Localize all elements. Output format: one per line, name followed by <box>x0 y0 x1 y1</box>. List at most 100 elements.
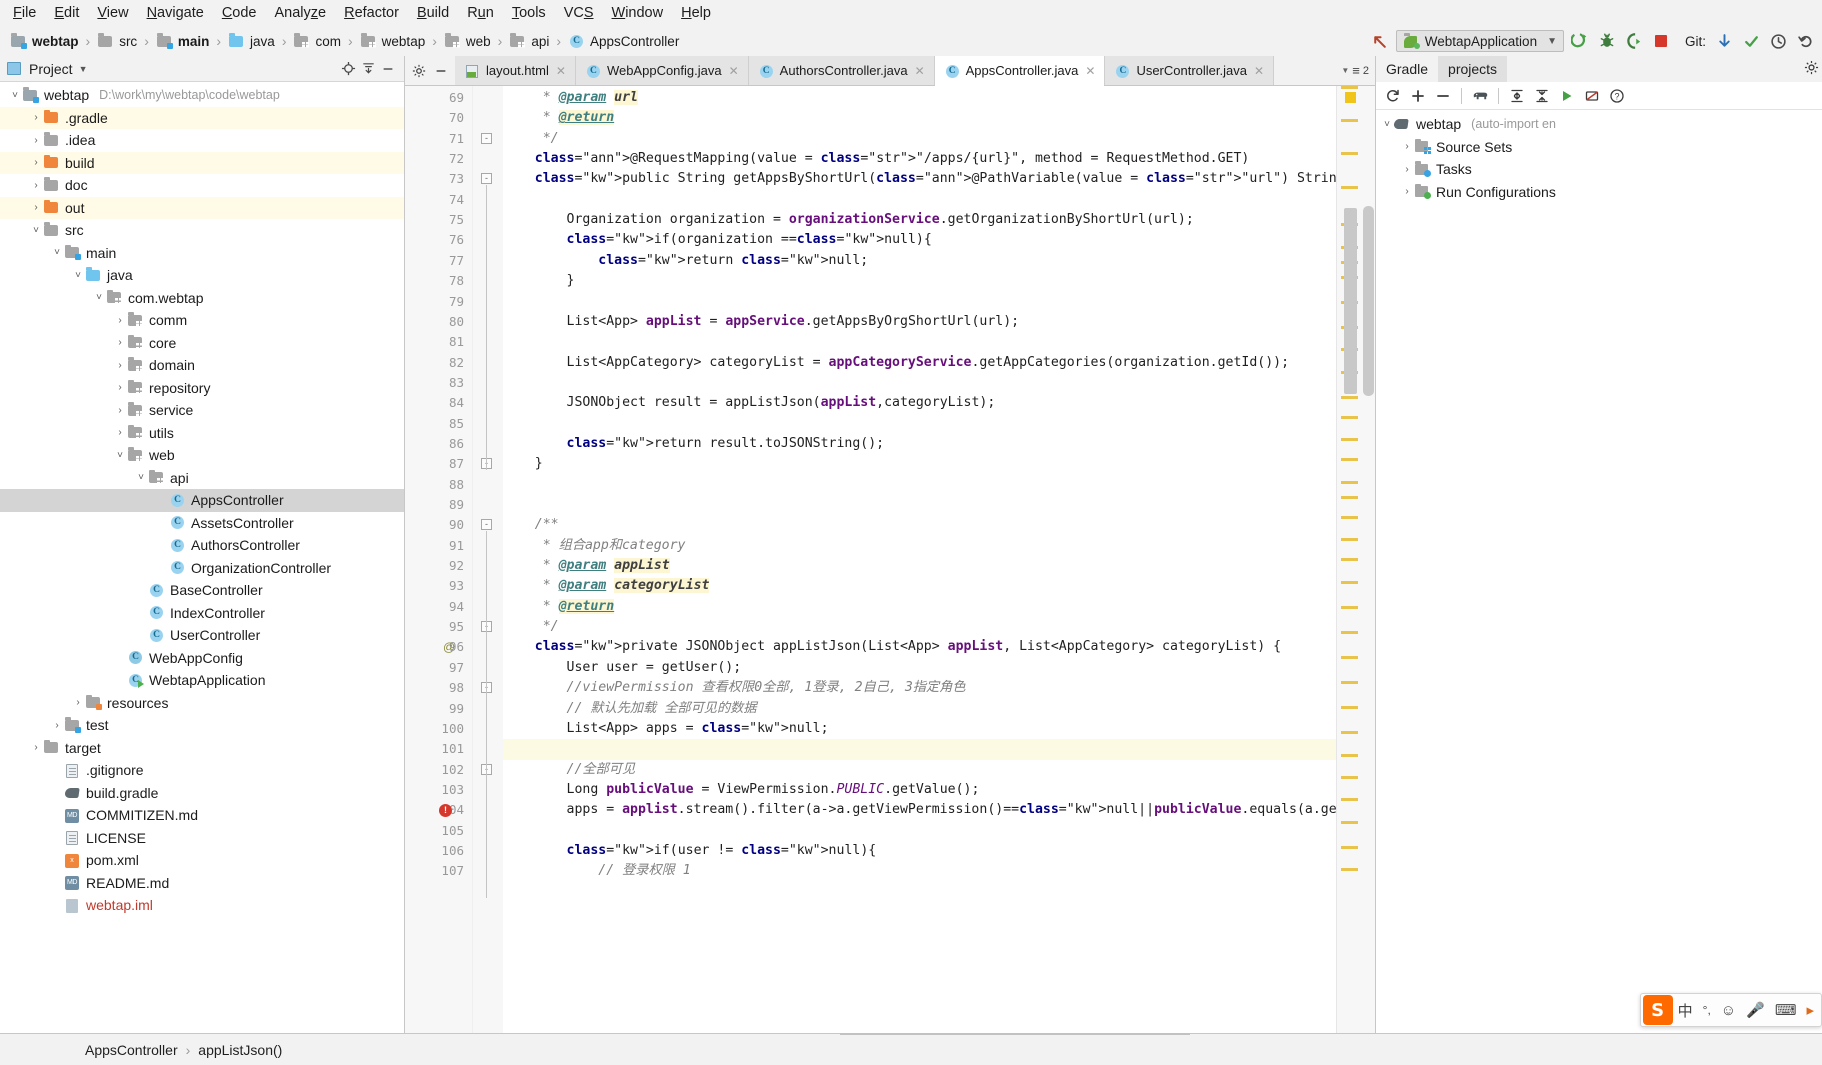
ime-toolbar[interactable]: S 中 °, ☺ 🎤 ⌨ ▸ <box>1639 993 1822 1027</box>
breadcrumb-item-src[interactable]: src <box>93 33 141 50</box>
debug-icon[interactable] <box>1596 30 1618 52</box>
breadcrumb-item-main[interactable]: main <box>152 33 214 50</box>
gradle-tree-item[interactable]: ˅ webtap (auto-import en <box>1376 113 1822 136</box>
error-stripe-marker[interactable] <box>1341 706 1358 709</box>
error-stripe-marker[interactable] <box>1341 798 1358 801</box>
add-icon[interactable] <box>1407 85 1429 107</box>
code-line[interactable]: class="kw">private JSONObject appListJso… <box>503 637 1281 657</box>
run-with-coverage-icon[interactable] <box>1623 30 1645 52</box>
commit-icon[interactable] <box>1740 30 1762 52</box>
project-tree[interactable]: ˅ webtap D:\work\my\webtap\code\webtap › .gr… <box>0 82 404 1033</box>
code-line[interactable]: * @param categoryList <box>503 576 710 596</box>
project-tree-item[interactable]: › test <box>0 714 404 737</box>
error-stripe-marker[interactable] <box>1341 152 1358 155</box>
code-line[interactable]: */ <box>503 129 559 149</box>
error-stripe-marker[interactable] <box>1341 458 1358 461</box>
tree-expand-arrow[interactable]: › <box>113 315 127 326</box>
editor-tab[interactable]: C AppsController.java ✕ <box>934 56 1106 86</box>
project-tree-item[interactable]: ˅ web <box>0 444 404 467</box>
close-icon[interactable]: ✕ <box>1085 64 1095 78</box>
tree-expand-arrow[interactable]: › <box>50 720 64 731</box>
project-tree-item[interactable]: MD README.md <box>0 872 404 895</box>
tree-expand-arrow[interactable]: ˅ <box>134 472 148 483</box>
tree-expand-arrow[interactable]: ˅ <box>29 225 43 236</box>
tree-expand-arrow[interactable]: › <box>1400 164 1414 175</box>
refresh-icon[interactable] <box>1382 85 1404 107</box>
breadcrumb-item-module[interactable]: webtap <box>6 33 83 50</box>
breadcrumb-item-java[interactable]: java <box>224 33 279 50</box>
gradle-tree-item[interactable]: › Source Sets <box>1376 136 1822 159</box>
project-tree-item[interactable]: .gitignore <box>0 759 404 782</box>
fold-gutter[interactable]: ------- <box>473 86 503 1033</box>
scrollbar-thumb[interactable] <box>1363 206 1374 396</box>
error-stripe-marker[interactable] <box>1341 868 1358 871</box>
code-line[interactable]: */ <box>503 617 559 637</box>
project-panel-title[interactable]: Project ▼ <box>6 61 88 77</box>
error-stripe-marker[interactable] <box>1341 821 1358 824</box>
project-tree-item[interactable]: C OrganizationController <box>0 557 404 580</box>
editor-tab[interactable]: C WebAppConfig.java ✕ <box>575 56 749 85</box>
project-tree-item[interactable]: ˅ com.webtap <box>0 287 404 310</box>
rollback-icon[interactable] <box>1794 30 1816 52</box>
breadcrumb-item-com[interactable]: com <box>289 33 345 50</box>
error-stripe-marker[interactable] <box>1341 186 1358 189</box>
tree-expand-arrow[interactable]: ˅ <box>8 90 22 101</box>
breadcrumb-item-web[interactable]: web <box>440 33 495 50</box>
locate-icon[interactable] <box>338 59 358 79</box>
tree-expand-arrow[interactable]: ˅ <box>92 292 106 303</box>
menu-item-vcs[interactable]: VCS <box>555 2 603 24</box>
project-tree-item[interactable]: › core <box>0 332 404 355</box>
tree-expand-arrow[interactable]: › <box>113 427 127 438</box>
project-tree-item[interactable]: › resources <box>0 692 404 715</box>
error-stripe-marker[interactable] <box>1341 731 1358 734</box>
editor-tabs[interactable]: layout.html ✕ C WebAppConfig.java ✕ C AuthorsC… <box>455 56 1275 86</box>
stop-icon[interactable] <box>1650 30 1672 52</box>
project-tree-item[interactable]: ˅ api <box>0 467 404 490</box>
project-tree-item[interactable]: › repository <box>0 377 404 400</box>
tree-expand-arrow[interactable]: › <box>113 360 127 371</box>
tree-expand-arrow[interactable]: › <box>29 112 43 123</box>
code-line[interactable]: //viewPermission 查看权限0全部, 1登录, 2自己, 3指定角… <box>503 678 966 698</box>
chevron-down-icon[interactable]: ▼ <box>79 64 88 74</box>
error-stripe-marker[interactable] <box>1341 86 1358 89</box>
close-icon[interactable]: ✕ <box>915 64 925 78</box>
emoji-icon[interactable]: ☺ <box>1716 1002 1741 1019</box>
remove-icon[interactable] <box>1432 85 1454 107</box>
code-line[interactable]: } <box>503 454 543 474</box>
close-icon[interactable]: ✕ <box>729 64 739 78</box>
project-tree-item[interactable]: › target <box>0 737 404 760</box>
project-tree-item[interactable]: C WebAppConfig <box>0 647 404 670</box>
menu-item-run[interactable]: Run <box>458 2 503 24</box>
project-tree-item[interactable]: webtap.iml <box>0 894 404 917</box>
menu-item-refactor[interactable]: Refactor <box>335 2 408 24</box>
microphone-icon[interactable]: 🎤 <box>1741 1001 1770 1019</box>
editor-tab[interactable]: C AuthorsController.java ✕ <box>748 56 935 85</box>
code-line[interactable]: //全部可见 <box>503 760 636 780</box>
menu-item-tools[interactable]: Tools <box>503 2 555 24</box>
annotation-gutter-icon[interactable]: @ <box>443 640 455 654</box>
breadcrumb-item-webtap[interactable]: webtap <box>356 33 430 50</box>
gradle-elephant-icon[interactable] <box>1469 85 1491 107</box>
project-tree-item[interactable]: ˅ webtap D:\work\my\webtap\code\webtap <box>0 84 404 107</box>
error-stripe-marker[interactable] <box>1341 846 1358 849</box>
gear-icon[interactable] <box>1800 56 1822 78</box>
chevron-down-icon[interactable]: ▼ <box>1341 66 1349 75</box>
error-stripe-marker[interactable] <box>1341 656 1358 659</box>
code-line[interactable]: List<App> apps = class="kw">null; <box>503 719 829 739</box>
tree-expand-arrow[interactable]: ˅ <box>113 450 127 461</box>
run-configuration-selector[interactable]: WebtapApplication ▼ <box>1395 30 1564 52</box>
error-stripe-marker[interactable] <box>1341 558 1358 561</box>
menu-item-build[interactable]: Build <box>408 2 458 24</box>
close-icon[interactable]: ✕ <box>556 64 566 78</box>
tree-expand-arrow[interactable]: › <box>113 405 127 416</box>
code-line[interactable]: * 组合app和category <box>503 536 686 556</box>
arrow-up-left-icon[interactable] <box>1369 30 1391 52</box>
code-line[interactable]: class="kw">return result.toJSONString(); <box>503 434 885 454</box>
ime-mode-label[interactable]: 中 <box>1673 1000 1698 1021</box>
tree-expand-arrow[interactable]: › <box>29 742 43 753</box>
code-line[interactable]: * @return <box>503 597 615 617</box>
gradle-tree-item[interactable]: › Run Configurations <box>1376 181 1822 204</box>
error-stripe-marker[interactable] <box>1341 516 1358 519</box>
code-line[interactable]: User user = getUser(); <box>503 658 742 678</box>
error-stripe-marker[interactable] <box>1341 481 1358 484</box>
